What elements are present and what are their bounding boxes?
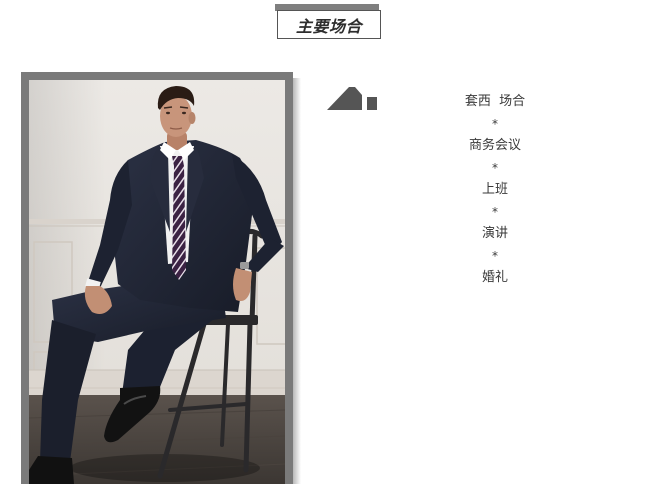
photo-frame [21, 72, 293, 484]
occasion-item: 婚礼 [481, 270, 508, 285]
slope-step-icon [327, 87, 377, 110]
occasion-item: 商务会议 [468, 138, 521, 153]
model-head [157, 86, 196, 160]
list-separator: * [492, 205, 498, 219]
model-tie [172, 156, 186, 280]
occasion-list: 套西 场合 * 商务会议 * 上班 * 演讲 * 婚礼 [430, 91, 560, 289]
section-title: 主要场合 [295, 16, 362, 36]
occasion-heading: 套西 场合 [464, 94, 526, 109]
photo-shadow [293, 78, 301, 484]
list-separator: * [492, 249, 498, 263]
list-separator: * [492, 161, 498, 175]
section-header: 主要场合 [277, 10, 381, 39]
model-photo [29, 80, 285, 484]
occasion-item: 上班 [481, 182, 508, 197]
list-separator: * [492, 117, 498, 131]
occasion-item: 演讲 [481, 226, 508, 241]
